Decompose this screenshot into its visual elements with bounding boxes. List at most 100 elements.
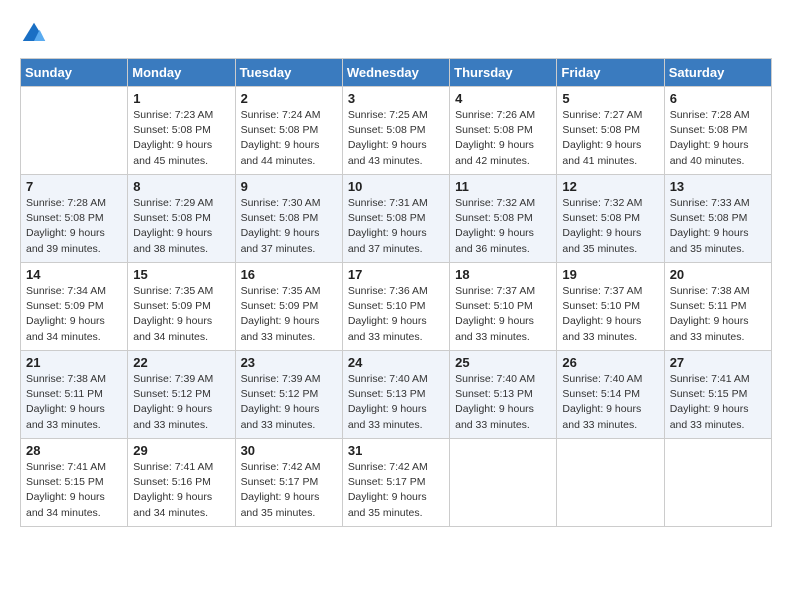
day-number: 3	[348, 91, 444, 106]
day-info: Sunrise: 7:40 AM Sunset: 5:13 PM Dayligh…	[455, 372, 551, 433]
day-number: 16	[241, 267, 337, 282]
calendar-cell: 4 Sunrise: 7:26 AM Sunset: 5:08 PM Daylig…	[450, 87, 557, 175]
day-info: Sunrise: 7:41 AM Sunset: 5:15 PM Dayligh…	[26, 460, 122, 521]
calendar-week-row: 14 Sunrise: 7:34 AM Sunset: 5:09 PM Dayli…	[21, 263, 772, 351]
calendar-cell	[664, 439, 771, 527]
weekday-header: Tuesday	[235, 59, 342, 87]
day-number: 12	[562, 179, 658, 194]
calendar-cell: 5 Sunrise: 7:27 AM Sunset: 5:08 PM Daylig…	[557, 87, 664, 175]
day-number: 9	[241, 179, 337, 194]
calendar-cell: 17Sunrise: 7:36 AM Sunset: 5:10 PM Dayli…	[342, 263, 449, 351]
day-info: Sunrise: 7:31 AM Sunset: 5:08 PM Dayligh…	[348, 196, 444, 257]
day-number: 31	[348, 443, 444, 458]
day-number: 13	[670, 179, 766, 194]
day-number: 19	[562, 267, 658, 282]
day-info: Sunrise: 7:26 AM Sunset: 5:08 PM Dayligh…	[455, 108, 551, 169]
calendar-cell: 12 Sunrise: 7:32 AM Sunset: 5:08 PM Dayli…	[557, 175, 664, 263]
calendar-cell: 14 Sunrise: 7:34 AM Sunset: 5:09 PM Dayli…	[21, 263, 128, 351]
calendar-cell: 20 Sunrise: 7:38 AM Sunset: 5:11 PM Dayli…	[664, 263, 771, 351]
day-info: Sunrise: 7:29 AM Sunset: 5:08 PM Dayligh…	[133, 196, 229, 257]
day-number: 5	[562, 91, 658, 106]
weekday-header: Monday	[128, 59, 235, 87]
calendar-cell: 3 Sunrise: 7:25 AM Sunset: 5:08 PM Daylig…	[342, 87, 449, 175]
day-number: 27	[670, 355, 766, 370]
day-number: 29	[133, 443, 229, 458]
day-info: Sunrise: 7:30 AM Sunset: 5:08 PM Dayligh…	[241, 196, 337, 257]
calendar-week-row: 21 Sunrise: 7:38 AM Sunset: 5:11 PM Dayli…	[21, 351, 772, 439]
day-number: 24	[348, 355, 444, 370]
calendar-cell: 13 Sunrise: 7:33 AM Sunset: 5:08 PM Dayli…	[664, 175, 771, 263]
calendar-cell: 28 Sunrise: 7:41 AM Sunset: 5:15 PM Dayli…	[21, 439, 128, 527]
day-number: 28	[26, 443, 122, 458]
calendar-cell: 8 Sunrise: 7:29 AM Sunset: 5:08 PM Daylig…	[128, 175, 235, 263]
day-number: 23	[241, 355, 337, 370]
day-number: 10	[348, 179, 444, 194]
day-number: 8	[133, 179, 229, 194]
calendar-table: SundayMondayTuesdayWednesdayThursdayFrid…	[20, 58, 772, 527]
weekday-header: Wednesday	[342, 59, 449, 87]
calendar-cell: 11Sunrise: 7:32 AM Sunset: 5:08 PM Dayli…	[450, 175, 557, 263]
weekday-row: SundayMondayTuesdayWednesdayThursdayFrid…	[21, 59, 772, 87]
day-number: 20	[670, 267, 766, 282]
day-number: 1	[133, 91, 229, 106]
day-number: 30	[241, 443, 337, 458]
calendar-cell: 6 Sunrise: 7:28 AM Sunset: 5:08 PM Daylig…	[664, 87, 771, 175]
day-info: Sunrise: 7:41 AM Sunset: 5:15 PM Dayligh…	[670, 372, 766, 433]
logo	[20, 20, 52, 48]
day-number: 25	[455, 355, 551, 370]
day-number: 2	[241, 91, 337, 106]
calendar-cell: 15Sunrise: 7:35 AM Sunset: 5:09 PM Dayli…	[128, 263, 235, 351]
calendar-cell: 24 Sunrise: 7:40 AM Sunset: 5:13 PM Dayli…	[342, 351, 449, 439]
calendar-cell: 22Sunrise: 7:39 AM Sunset: 5:12 PM Dayli…	[128, 351, 235, 439]
weekday-header: Saturday	[664, 59, 771, 87]
day-info: Sunrise: 7:28 AM Sunset: 5:08 PM Dayligh…	[670, 108, 766, 169]
calendar-cell: 9 Sunrise: 7:30 AM Sunset: 5:08 PM Daylig…	[235, 175, 342, 263]
calendar-cell	[557, 439, 664, 527]
day-number: 14	[26, 267, 122, 282]
calendar-cell	[450, 439, 557, 527]
calendar-header: SundayMondayTuesdayWednesdayThursdayFrid…	[21, 59, 772, 87]
day-info: Sunrise: 7:28 AM Sunset: 5:08 PM Dayligh…	[26, 196, 122, 257]
calendar-body: 1 Sunrise: 7:23 AM Sunset: 5:08 PM Daylig…	[21, 87, 772, 527]
day-info: Sunrise: 7:38 AM Sunset: 5:11 PM Dayligh…	[670, 284, 766, 345]
day-info: Sunrise: 7:42 AM Sunset: 5:17 PM Dayligh…	[241, 460, 337, 521]
weekday-header: Friday	[557, 59, 664, 87]
calendar-cell: 29Sunrise: 7:41 AM Sunset: 5:16 PM Dayli…	[128, 439, 235, 527]
weekday-header: Sunday	[21, 59, 128, 87]
calendar-cell: 18Sunrise: 7:37 AM Sunset: 5:10 PM Dayli…	[450, 263, 557, 351]
day-info: Sunrise: 7:35 AM Sunset: 5:09 PM Dayligh…	[241, 284, 337, 345]
day-info: Sunrise: 7:38 AM Sunset: 5:11 PM Dayligh…	[26, 372, 122, 433]
day-number: 21	[26, 355, 122, 370]
day-info: Sunrise: 7:32 AM Sunset: 5:08 PM Dayligh…	[455, 196, 551, 257]
day-info: Sunrise: 7:40 AM Sunset: 5:14 PM Dayligh…	[562, 372, 658, 433]
day-info: Sunrise: 7:40 AM Sunset: 5:13 PM Dayligh…	[348, 372, 444, 433]
day-info: Sunrise: 7:42 AM Sunset: 5:17 PM Dayligh…	[348, 460, 444, 521]
calendar-cell: 16 Sunrise: 7:35 AM Sunset: 5:09 PM Dayli…	[235, 263, 342, 351]
day-info: Sunrise: 7:32 AM Sunset: 5:08 PM Dayligh…	[562, 196, 658, 257]
day-info: Sunrise: 7:24 AM Sunset: 5:08 PM Dayligh…	[241, 108, 337, 169]
calendar-week-row: 28 Sunrise: 7:41 AM Sunset: 5:15 PM Dayli…	[21, 439, 772, 527]
day-info: Sunrise: 7:34 AM Sunset: 5:09 PM Dayligh…	[26, 284, 122, 345]
day-info: Sunrise: 7:23 AM Sunset: 5:08 PM Dayligh…	[133, 108, 229, 169]
calendar-cell: 10 Sunrise: 7:31 AM Sunset: 5:08 PM Dayli…	[342, 175, 449, 263]
header	[20, 20, 772, 48]
day-number: 17	[348, 267, 444, 282]
day-info: Sunrise: 7:39 AM Sunset: 5:12 PM Dayligh…	[133, 372, 229, 433]
day-number: 7	[26, 179, 122, 194]
day-number: 15	[133, 267, 229, 282]
day-info: Sunrise: 7:39 AM Sunset: 5:12 PM Dayligh…	[241, 372, 337, 433]
page-container: SundayMondayTuesdayWednesdayThursdayFrid…	[20, 20, 772, 527]
day-info: Sunrise: 7:25 AM Sunset: 5:08 PM Dayligh…	[348, 108, 444, 169]
day-number: 4	[455, 91, 551, 106]
calendar-cell: 25 Sunrise: 7:40 AM Sunset: 5:13 PM Dayli…	[450, 351, 557, 439]
calendar-cell: 27 Sunrise: 7:41 AM Sunset: 5:15 PM Dayli…	[664, 351, 771, 439]
day-info: Sunrise: 7:33 AM Sunset: 5:08 PM Dayligh…	[670, 196, 766, 257]
calendar-cell: 1 Sunrise: 7:23 AM Sunset: 5:08 PM Daylig…	[128, 87, 235, 175]
day-number: 6	[670, 91, 766, 106]
calendar-cell: 7 Sunrise: 7:28 AM Sunset: 5:08 PM Daylig…	[21, 175, 128, 263]
calendar-cell: 26 Sunrise: 7:40 AM Sunset: 5:14 PM Dayli…	[557, 351, 664, 439]
day-info: Sunrise: 7:27 AM Sunset: 5:08 PM Dayligh…	[562, 108, 658, 169]
day-number: 26	[562, 355, 658, 370]
calendar-cell: 31 Sunrise: 7:42 AM Sunset: 5:17 PM Dayli…	[342, 439, 449, 527]
day-info: Sunrise: 7:37 AM Sunset: 5:10 PM Dayligh…	[455, 284, 551, 345]
